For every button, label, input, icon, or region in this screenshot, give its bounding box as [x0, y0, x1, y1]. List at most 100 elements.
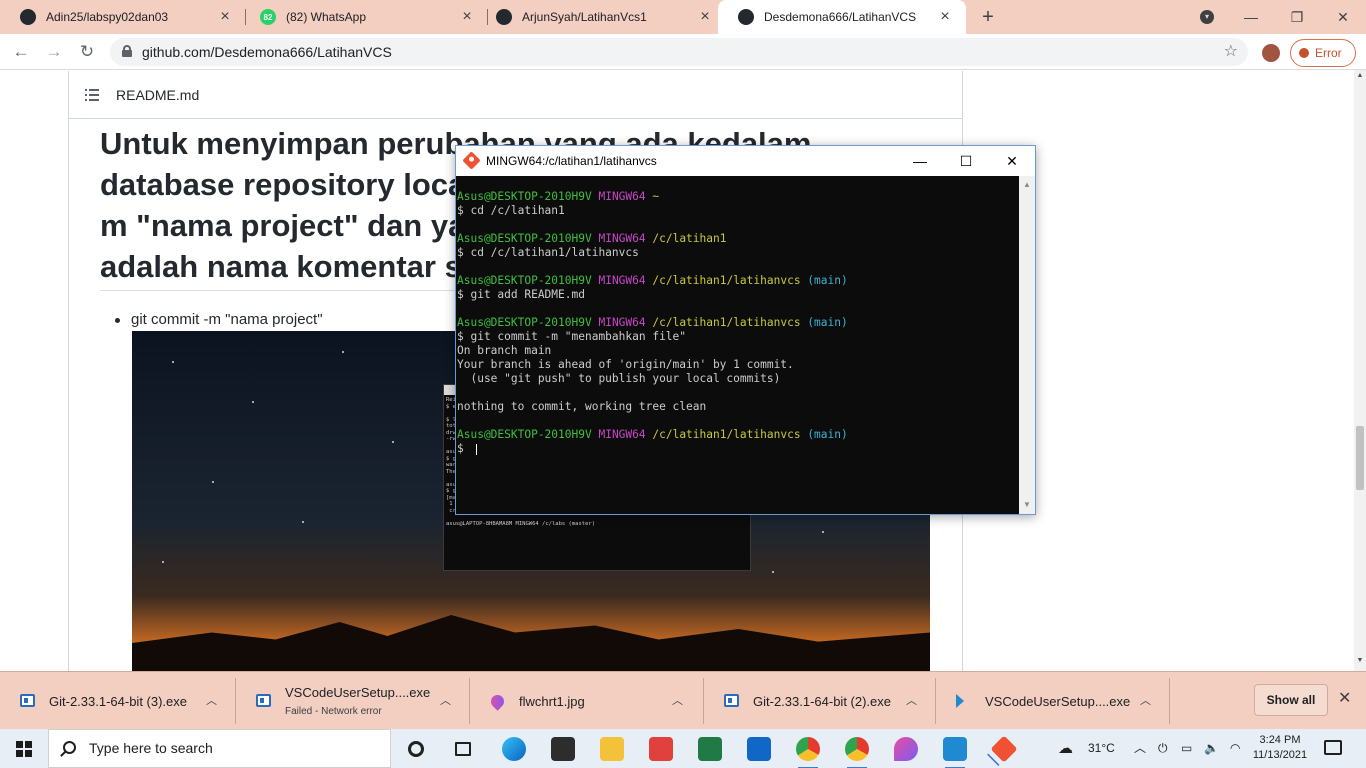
new-tab-button[interactable]: + [976, 4, 1000, 30]
scroll-up-icon[interactable]: ▲ [1354, 72, 1366, 79]
chrome-icon[interactable] [796, 737, 820, 768]
heading-line: Untuk menyimpan perubahan yang ada kedal… [100, 126, 812, 161]
tab-3[interactable]: Desdemona666/LatihanVCS × [718, 0, 966, 34]
notification-icon[interactable] [1324, 740, 1342, 755]
outlook-icon[interactable] [747, 737, 771, 761]
terminal-titlebar[interactable]: MINGW64:/c/latihan1/latihanvcs — ☐ ✕ [456, 146, 1035, 176]
paint-app-icon[interactable] [894, 737, 918, 761]
meet-now-icon[interactable]: ⏻ [1158, 729, 1168, 768]
minimize-icon[interactable]: — [897, 146, 943, 176]
close-icon[interactable]: × [216, 8, 234, 26]
store-icon[interactable] [551, 737, 575, 761]
scroll-down-icon[interactable]: ▼ [1354, 657, 1366, 664]
excel-icon[interactable] [698, 737, 722, 761]
terminal-output[interactable]: Asus@DESKTOP-2010H9V MINGW64 ~ $ cd /c/la… [456, 176, 1019, 514]
windows-start-icon[interactable] [16, 741, 32, 757]
file-explorer-icon[interactable] [600, 737, 624, 761]
close-icon[interactable]: × [696, 8, 714, 26]
prompt-env: MINGW64 [598, 428, 646, 441]
git-bash-icon[interactable] [990, 735, 1018, 763]
cortana-icon[interactable] [408, 741, 424, 757]
chevron-up-icon[interactable]: ︿ [906, 692, 917, 708]
terminal-line: $ cd /c/latihan1 [457, 204, 565, 217]
prompt-env: MINGW64 [598, 316, 646, 329]
chevron-up-icon[interactable]: ︿ [1140, 692, 1151, 708]
prompt-branch: (main) [807, 428, 848, 441]
bookmark-star-icon[interactable]: ☆ [1224, 38, 1238, 66]
prompt-user: Asus@DESKTOP-2010H9V [457, 274, 592, 287]
download-shelf: Git-2.33.1-64-bit (3).exe ︿ VSCodeUserSe… [0, 671, 1366, 729]
vscode-icon [956, 694, 971, 708]
download-item[interactable]: VSCodeUserSetup....exe ︿ [936, 678, 1170, 724]
restore-icon[interactable]: ❐ [1274, 0, 1320, 34]
volume-icon[interactable]: 🔈 [1204, 729, 1219, 768]
prompt-path: ~ [652, 190, 660, 203]
maximize-icon[interactable]: ☐ [943, 146, 989, 176]
weather-temperature[interactable]: 31°C [1088, 729, 1115, 768]
close-icon[interactable]: × [936, 8, 954, 26]
download-item[interactable]: Git-2.33.1-64-bit (2).exe ︿ [704, 678, 936, 724]
wifi-icon[interactable]: ◠ [1230, 729, 1240, 768]
scrollbar-thumb[interactable] [1356, 426, 1364, 490]
installer-icon [724, 694, 739, 707]
prompt-path: /c/latihan1/latihanvcs [652, 428, 801, 441]
tab-0[interactable]: Adin25/labspy02dan03 × [0, 0, 246, 34]
terminal-scrollbar[interactable]: ▲ ▼ [1019, 176, 1035, 514]
gift-app-icon[interactable] [649, 737, 673, 761]
vscode-icon[interactable] [943, 737, 967, 768]
chrome-profile-icon[interactable] [845, 737, 869, 768]
scroll-down-icon[interactable]: ▼ [1019, 500, 1035, 509]
page-scrollbar[interactable]: ▲ ▼ [1354, 70, 1366, 671]
prompt-user: Asus@DESKTOP-2010H9V [457, 428, 592, 441]
list-item: git commit -m "nama project" [115, 311, 323, 328]
chevron-up-icon[interactable]: ︿ [206, 692, 217, 708]
task-view-icon[interactable] [455, 742, 471, 756]
chevron-up-icon[interactable]: ︿ [440, 692, 451, 708]
github-icon [496, 9, 512, 25]
download-item[interactable]: flwchrt1.jpg ︿ [470, 678, 704, 724]
close-window-icon[interactable]: ✕ [1320, 0, 1366, 34]
forward-button[interactable]: → [42, 40, 66, 64]
tab-2[interactable]: ArjunSyah/LatihanVcs1 × [476, 0, 726, 34]
chevron-up-icon[interactable]: ︿ [672, 692, 683, 708]
table-of-contents-icon[interactable] [85, 89, 99, 101]
profile-error-button[interactable]: Error [1290, 39, 1356, 67]
prompt-branch: (main) [807, 316, 848, 329]
chevron-up-icon[interactable]: ︿ [1134, 729, 1146, 768]
tab-1[interactable]: 82 (82) WhatsApp × [240, 0, 488, 34]
close-icon[interactable]: × [458, 8, 476, 26]
clock-date: 11/13/2021 [1252, 749, 1308, 761]
close-download-shelf-icon[interactable]: ✕ [1338, 688, 1351, 708]
github-icon [20, 9, 36, 25]
tab-title: Desdemona666/LatihanVCS [764, 10, 917, 24]
download-item[interactable]: VSCodeUserSetup....exe Failed - Network … [236, 678, 470, 724]
battery-icon[interactable]: ▭ [1181, 729, 1192, 768]
edge-icon[interactable] [502, 737, 526, 761]
close-icon[interactable]: ✕ [989, 146, 1035, 176]
terminal-line: On branch main [457, 344, 552, 357]
reload-button[interactable]: ↻ [75, 40, 99, 64]
back-button[interactable]: ← [9, 40, 33, 64]
show-all-downloads-button[interactable]: Show all [1254, 684, 1328, 716]
windows-taskbar: Type here to search ☁ 31°C ︿ ⏻ ▭ 🔈 ◠ 3:2… [0, 729, 1366, 768]
taskbar-clock[interactable]: 3:24 PM 11/13/2021 [1246, 733, 1314, 763]
installer-icon [256, 694, 271, 707]
download-item[interactable]: Git-2.33.1-64-bit (3).exe ︿ [0, 678, 236, 724]
download-name: VSCodeUserSetup....exe [285, 685, 431, 700]
address-bar[interactable]: github.com/Desdemona666/LatihanVCS ☆ [110, 38, 1248, 66]
prompt-user: Asus@DESKTOP-2010H9V [457, 190, 592, 203]
minimize-icon[interactable]: — [1228, 0, 1274, 34]
scroll-up-icon[interactable]: ▲ [1019, 180, 1035, 189]
url-text: github.com/Desdemona666/LatihanVCS [142, 44, 392, 60]
weather-icon[interactable]: ☁ [1058, 729, 1073, 768]
git-bash-window[interactable]: MINGW64:/c/latihan1/latihanvcs — ☐ ✕ Asu… [455, 145, 1036, 515]
terminal-line: $ git commit -m "menambahkan file" [457, 330, 687, 343]
tab-search-icon[interactable]: ▾ [1200, 10, 1214, 24]
heading-line: m "nama project" dan ya [100, 208, 466, 243]
image-file-icon [488, 692, 507, 711]
taskbar-search[interactable]: Type here to search [48, 729, 391, 768]
profile-avatar[interactable] [1262, 44, 1280, 62]
